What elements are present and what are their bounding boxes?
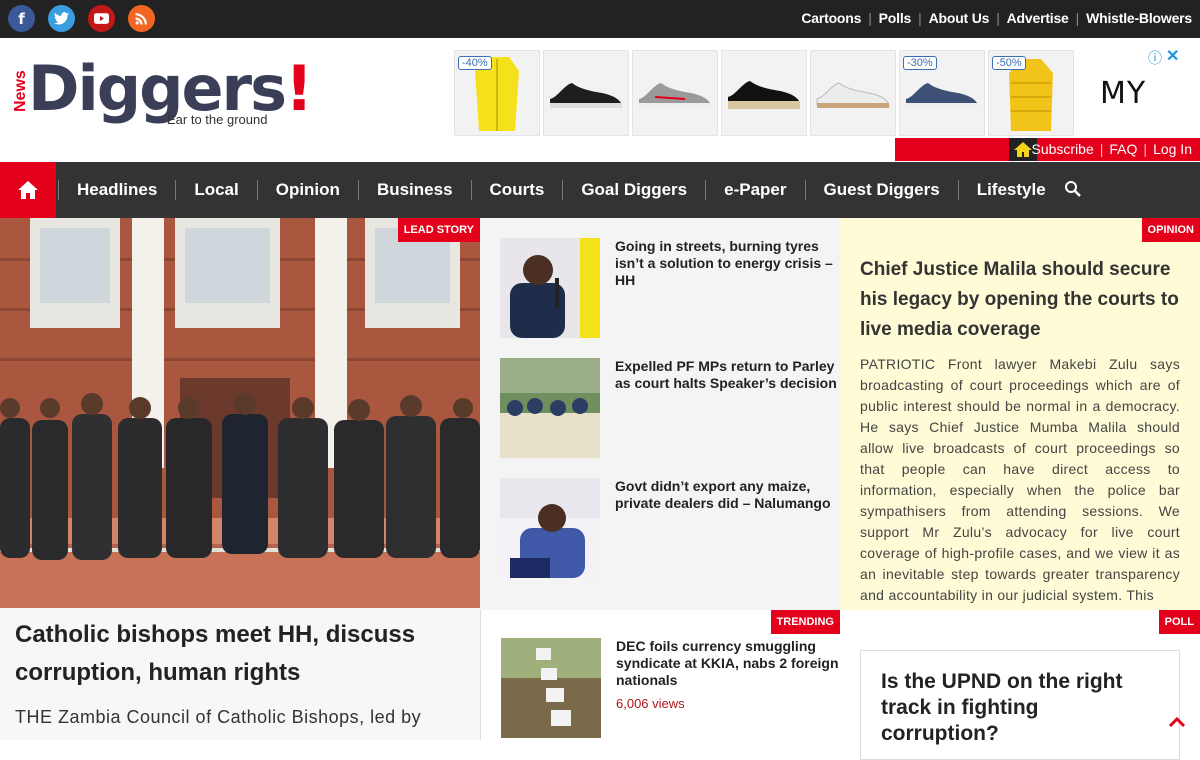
- ad-product-jacket[interactable]: -40%: [454, 50, 540, 136]
- site-logo[interactable]: News Diggers! Ear to the ground: [12, 52, 313, 130]
- nav-item-headlines[interactable]: Headlines: [58, 180, 175, 200]
- nav-menu: Headlines Local Opinion Business Courts …: [58, 162, 1064, 218]
- nav-item-goal-diggers[interactable]: Goal Diggers: [562, 180, 705, 200]
- list-item[interactable]: Expelled PF MPs return to Parley as cour…: [500, 358, 840, 458]
- top-link-whistle-blowers[interactable]: Whistle-Blowers: [1086, 10, 1192, 26]
- separator: |: [1099, 141, 1104, 157]
- subscribe-link[interactable]: Subscribe: [1032, 141, 1094, 157]
- story-title[interactable]: Govt didn’t export any maize, private de…: [615, 478, 840, 512]
- story-thumbnail[interactable]: [501, 638, 601, 738]
- lead-story-excerpt: THE Zambia Council of Catholic Bishops, …: [15, 707, 422, 727]
- separator: |: [868, 10, 872, 26]
- utility-links: Subscribe | FAQ | Log In: [1032, 141, 1193, 157]
- story-title[interactable]: Going in streets, burning tyres isn’t a …: [615, 238, 840, 289]
- utility-strip: Subscribe | FAQ | Log In: [895, 138, 1200, 161]
- nav-item-business[interactable]: Business: [357, 180, 471, 200]
- social-links: f: [8, 5, 155, 32]
- list-item[interactable]: DEC foils currency smuggling syndicate a…: [501, 638, 841, 738]
- nav-item-courts[interactable]: Courts: [470, 180, 563, 200]
- ad-close-icon[interactable]: ✕: [1166, 46, 1179, 66]
- trending-panel: TRENDING DEC foils currency smuggling sy…: [480, 610, 840, 740]
- top-link-about[interactable]: About Us: [929, 10, 990, 26]
- facebook-icon[interactable]: f: [8, 5, 35, 32]
- twitter-icon[interactable]: [48, 5, 75, 32]
- top-bar: f Cartoons | Polls | About Us | Advertis…: [0, 0, 1200, 38]
- headlines-column: Going in streets, burning tyres isn’t a …: [480, 218, 840, 610]
- ad-product-sneaker-navy[interactable]: -30%: [899, 50, 985, 136]
- story-thumbnail[interactable]: [500, 238, 600, 338]
- poll-question: Is the UPND on the right track in fighti…: [881, 670, 1123, 745]
- discount-badge: -30%: [903, 56, 937, 70]
- story-thumbnail[interactable]: [500, 478, 600, 578]
- search-icon[interactable]: [1064, 180, 1082, 198]
- ad-product-sneaker-grey[interactable]: [632, 50, 718, 136]
- story-title[interactable]: Expelled PF MPs return to Parley as cour…: [615, 358, 840, 392]
- top-links: Cartoons | Polls | About Us | Advertise …: [801, 10, 1192, 26]
- ad-info-icon[interactable]: ⓘ: [1148, 48, 1162, 68]
- ad-product-sneaker-black[interactable]: [543, 50, 629, 136]
- opinion-tag: OPINION: [1141, 218, 1200, 242]
- story-title[interactable]: DEC foils currency smuggling syndicate a…: [616, 638, 841, 689]
- story-views: 6,006 views: [616, 696, 685, 711]
- lead-story-title[interactable]: Catholic bishops meet HH, discuss corrup…: [15, 616, 465, 692]
- separator: |: [1143, 141, 1148, 157]
- separator: |: [918, 10, 922, 26]
- list-item[interactable]: Going in streets, burning tyres isn’t a …: [500, 238, 840, 338]
- nav-item-e-paper[interactable]: e-Paper: [705, 180, 804, 200]
- opinion-body: PATRIOTIC Front lawyer Makebi Zulu says …: [860, 356, 1180, 603]
- ad-brand-logo[interactable]: MY: [1100, 76, 1146, 111]
- nav-item-guest-diggers[interactable]: Guest Diggers: [804, 180, 958, 200]
- back-to-top-icon[interactable]: [1168, 712, 1186, 733]
- main-nav: Headlines Local Opinion Business Courts …: [0, 162, 1200, 218]
- separator: |: [996, 10, 1000, 26]
- top-link-advertise[interactable]: Advertise: [1007, 10, 1069, 26]
- nav-item-lifestyle[interactable]: Lifestyle: [957, 180, 1064, 200]
- story-thumbnail[interactable]: [500, 358, 600, 458]
- ad-product-puffer[interactable]: -50%: [988, 50, 1074, 136]
- top-link-cartoons[interactable]: Cartoons: [801, 10, 861, 26]
- poll-tag: POLL: [1158, 610, 1200, 634]
- separator: |: [1075, 10, 1080, 26]
- poll-card: Is the UPND on the right track in fighti…: [860, 650, 1180, 760]
- discount-badge: -40%: [458, 56, 492, 70]
- ad-product-sneaker-black-2[interactable]: [721, 50, 807, 136]
- youtube-icon[interactable]: [88, 5, 115, 32]
- opinion-title[interactable]: Chief Justice Malila should secure his l…: [860, 255, 1190, 345]
- ad-product-sneaker-white[interactable]: [810, 50, 896, 136]
- nav-home-button[interactable]: [0, 162, 56, 218]
- lead-story-image[interactable]: LEAD STORY: [0, 218, 480, 608]
- discount-badge: -50%: [992, 56, 1026, 70]
- logo-tagline: Ear to the ground: [167, 112, 268, 127]
- nav-item-local[interactable]: Local: [175, 180, 256, 200]
- login-link[interactable]: Log In: [1153, 141, 1192, 157]
- ad-banner[interactable]: -40% -30% -50%: [454, 50, 1076, 136]
- faq-link[interactable]: FAQ: [1109, 141, 1137, 157]
- home-icon: [18, 181, 38, 199]
- opinion-panel: OPINION Chief Justice Malila should secu…: [840, 218, 1200, 610]
- lead-story-tag: LEAD STORY: [397, 218, 480, 242]
- trending-tag: TRENDING: [770, 610, 840, 634]
- nav-item-opinion[interactable]: Opinion: [256, 180, 358, 200]
- list-item[interactable]: Govt didn’t export any maize, private de…: [500, 478, 840, 578]
- top-link-polls[interactable]: Polls: [879, 10, 912, 26]
- rss-icon[interactable]: [128, 5, 155, 32]
